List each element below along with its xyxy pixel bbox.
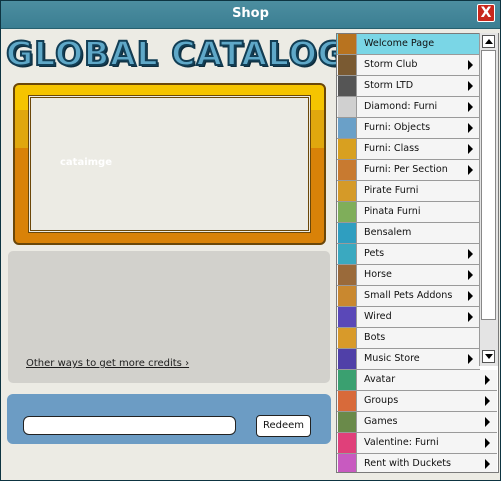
heart-icon: [338, 433, 357, 453]
promo-image-area: cataimge: [28, 95, 311, 233]
nav-item-label: Avatar: [364, 374, 396, 385]
shop-window: Shop X GLOBAL CATALOG cataimge Other way…: [0, 0, 501, 481]
global-catalog-logo: GLOBAL CATALOG: [5, 33, 346, 74]
chevron-right-icon[interactable]: [468, 144, 473, 154]
window-title: Shop: [232, 6, 269, 21]
scroll-down-button[interactable]: [482, 350, 495, 363]
star-icon: [338, 139, 357, 159]
ducket-icon: [338, 454, 357, 472]
nav-item-rent-with-duckets[interactable]: Rent with Duckets: [337, 454, 497, 472]
chevron-right-icon[interactable]: [468, 81, 473, 91]
nav-item-label: Bots: [364, 332, 386, 343]
nav-item-diamond-furni[interactable]: Diamond: Furni: [337, 97, 480, 118]
wired-icon: [338, 307, 357, 327]
nav-item-label: Furni: Class: [364, 143, 420, 154]
thumb-icon: [338, 160, 357, 180]
nav-item-label: Storm Club: [364, 59, 418, 70]
nav-item-groups[interactable]: Groups: [337, 391, 497, 412]
bot-icon: [338, 328, 357, 348]
nav-item-label: Furni: Objects: [364, 122, 431, 133]
nav-item-welcome-page[interactable]: Welcome Page: [337, 34, 480, 55]
chevron-right-icon[interactable]: [468, 102, 473, 112]
promo-image-alt: cataimge: [60, 157, 112, 168]
catalog-nav-list: Welcome Page Storm Club Storm LTD Diamond: …: [336, 33, 499, 473]
table-icon: [338, 118, 357, 138]
title-bar[interactable]: Shop X: [1, 1, 500, 29]
nav-item-label: Diamond: Furni: [364, 101, 438, 112]
nav-item-label: Welcome Page: [364, 38, 435, 49]
nav-item-pinata-furni[interactable]: Pinata Furni: [337, 202, 480, 223]
voucher-code-input[interactable]: [23, 416, 236, 435]
fish-icon: [338, 223, 357, 243]
horse-icon: [338, 265, 357, 285]
promo-frame: cataimge: [13, 83, 326, 245]
more-credits-link[interactable]: Other ways to get more credits ›: [26, 358, 189, 369]
nav-item-avatar[interactable]: Avatar: [337, 370, 497, 391]
chevron-right-icon[interactable]: [468, 123, 473, 133]
joystick-icon: [338, 412, 357, 432]
nav-item-furni-class[interactable]: Furni: Class: [337, 139, 480, 160]
nav-item-label: Furni: Per Section: [364, 164, 448, 175]
logo-text: GLOBAL CATALOG: [5, 33, 346, 74]
chevron-right-icon[interactable]: [468, 312, 473, 322]
nav-item-storm-ltd[interactable]: Storm LTD: [337, 76, 480, 97]
pinata-icon: [338, 202, 357, 222]
nav-item-storm-club[interactable]: Storm Club: [337, 55, 480, 76]
chevron-right-icon[interactable]: [468, 270, 473, 280]
nav-item-label: Bensalem: [364, 227, 412, 238]
nav-item-horse[interactable]: Horse: [337, 265, 480, 286]
nav-item-music-store[interactable]: Music Store: [337, 349, 480, 370]
chevron-right-icon[interactable]: [485, 375, 490, 385]
nav-item-pets[interactable]: Pets: [337, 244, 480, 265]
nav-scrollbar[interactable]: [479, 33, 498, 366]
chevron-right-icon[interactable]: [468, 354, 473, 364]
nav-item-label: Music Store: [364, 353, 420, 364]
nav-item-valentine-furni[interactable]: Valentine: Furni: [337, 433, 497, 454]
nav-item-label: Valentine: Furni: [364, 437, 439, 448]
redeem-panel: Redeem: [7, 394, 331, 444]
nav-item-label: Pets: [364, 248, 385, 259]
chevron-right-icon[interactable]: [485, 396, 490, 406]
dog-icon: [338, 286, 357, 306]
nav-item-label: Wired: [364, 311, 392, 322]
redeem-button[interactable]: Redeem: [256, 415, 311, 437]
chevron-right-icon[interactable]: [485, 459, 490, 469]
chevron-right-icon[interactable]: [468, 60, 473, 70]
nav-item-bensalem[interactable]: Bensalem: [337, 223, 480, 244]
nav-item-furni-per-section[interactable]: Furni: Per Section: [337, 160, 480, 181]
chevron-right-icon[interactable]: [468, 249, 473, 259]
groups-icon: [338, 391, 357, 411]
nav-item-games[interactable]: Games: [337, 412, 497, 433]
chevron-right-icon[interactable]: [468, 165, 473, 175]
chevron-right-icon[interactable]: [485, 438, 490, 448]
nav-item-label: Storm LTD: [364, 80, 414, 91]
nav-item-label: Games: [364, 416, 398, 427]
nav-item-label: Groups: [364, 395, 399, 406]
avatar-icon: [338, 370, 357, 390]
gift-box-icon: [338, 34, 357, 54]
scroll-thumb[interactable]: [481, 50, 496, 320]
nav-item-wired[interactable]: Wired: [337, 307, 480, 328]
info-panel: Other ways to get more credits ›: [8, 251, 330, 383]
scroll-up-button[interactable]: [482, 35, 495, 48]
nav-item-label: Horse: [364, 269, 392, 280]
nav-item-label: Small Pets Addons: [364, 290, 453, 301]
close-button[interactable]: X: [477, 4, 495, 22]
diamond-icon: [338, 97, 357, 117]
music-note-icon: [338, 349, 357, 369]
chevron-right-icon[interactable]: [468, 291, 473, 301]
nav-item-label: Pinata Furni: [364, 206, 421, 217]
nav-item-small-pets-addons[interactable]: Small Pets Addons: [337, 286, 480, 307]
club-icon: [338, 55, 357, 75]
nav-item-label: Pirate Furni: [364, 185, 419, 196]
chevron-right-icon[interactable]: [485, 417, 490, 427]
nav-item-pirate-furni[interactable]: Pirate Furni: [337, 181, 480, 202]
nav-item-bots[interactable]: Bots: [337, 328, 480, 349]
nav-item-label: Rent with Duckets: [364, 458, 452, 469]
nav-item-furni-objects[interactable]: Furni: Objects: [337, 118, 480, 139]
pet-icon: [338, 244, 357, 264]
cube-icon: [338, 181, 357, 201]
ltd-icon: [338, 76, 357, 96]
